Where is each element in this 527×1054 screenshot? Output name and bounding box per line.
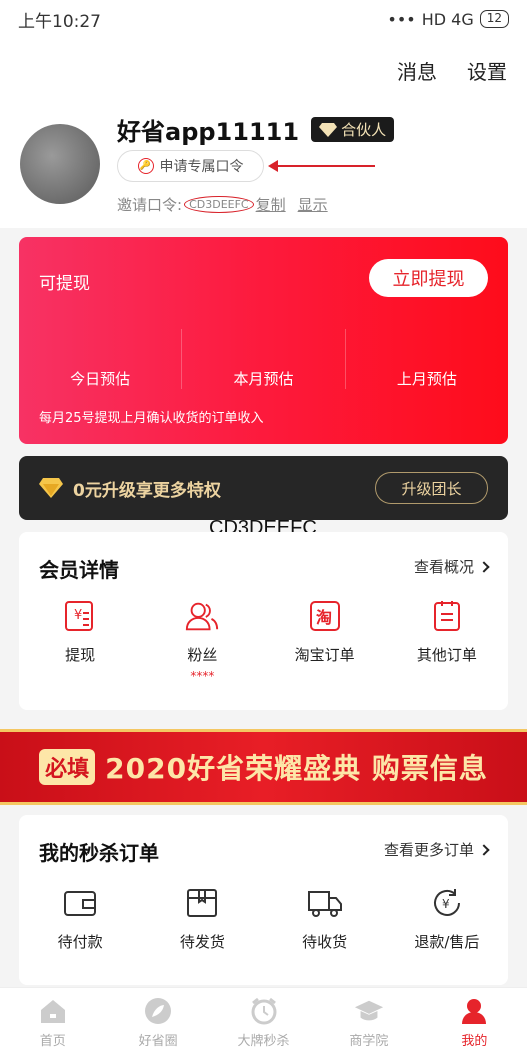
invite-separator: : [177,195,183,214]
taobao-icon: 淘 [307,598,343,634]
member-item-label: 其他订单 [416,646,477,664]
svg-text:¥: ¥ [442,897,450,911]
order-item-label: 待付款 [57,933,103,951]
settings-link[interactable]: 设置 [467,56,507,85]
withdraw-icon: ¥ [62,598,98,634]
svg-text:¥: ¥ [74,608,82,623]
view-overview-label: 查看概况 [413,558,474,576]
graduation-icon [354,996,384,1026]
partner-badge-label: 合伙人 [341,121,387,139]
event-tag: 必填 [39,749,96,785]
name-row: 好省app11111 合伙人 [117,112,395,147]
avatar[interactable] [20,124,100,204]
signal-text: HD 4G [421,9,474,29]
status-indicators: ••• HD 4G 12 [387,10,509,29]
chevron-right-icon [478,560,490,573]
key-icon: 🔑 [137,158,154,174]
member-grid: ¥ 提现 粉丝 **** 淘 淘宝订单 其他订单 [19,598,508,683]
bottom-tab-bar: 首页 好省圈 大牌秒杀 商学院 我的 [0,987,527,1054]
member-item-other-orders[interactable]: 其他订单 [386,598,508,683]
member-item-taobao[interactable]: 淘 淘宝订单 [264,598,386,683]
member-item-fans[interactable]: 粉丝 **** [141,598,263,683]
member-item-label: 提现 [65,646,96,664]
upgrade-text: 0元升级享更多特权 [73,480,221,501]
alarm-icon [249,996,279,1026]
flash-orders-card: 我的秒杀订单 查看更多订单 待付款 待发货 待收货 ¥ 退款/售后 [19,815,508,985]
earnings-card: 可提现 立即提现 今日预估 本月预估 上月预估 每月25号提现上月确认收货的订单… [19,237,508,444]
apply-token-label: 申请专属口令 [159,159,244,175]
tab-home[interactable]: 首页 [0,988,105,1054]
order-item-refund[interactable]: ¥ 退款/售后 [386,885,508,952]
order-item-label: 退款/售后 [414,933,480,951]
tab-circle[interactable]: 好省圈 [105,988,210,1054]
withdraw-note: 每月25号提现上月确认收货的订单收入 [39,411,264,426]
member-item-label: 粉丝 [187,646,218,664]
tab-label: 商学院 [349,1034,389,1049]
tab-mine[interactable]: 我的 [422,988,527,1054]
wallet-icon [62,885,98,921]
svg-text:淘: 淘 [316,608,332,627]
order-item-pending-shipment[interactable]: 待发货 [141,885,263,952]
withdraw-button[interactable]: 立即提现 [369,259,488,297]
profile-icon [459,996,489,1026]
order-item-label: 待收货 [302,933,348,951]
annotation-arrow [268,160,375,172]
event-text: 2020好省荣耀盛典 购票信息 [105,752,488,785]
upgrade-banner[interactable]: 0元升级享更多特权 升级团长 [19,456,508,520]
upgrade-leader-button[interactable]: 升级团长 [375,472,488,504]
truck-icon [307,885,343,921]
tab-label: 首页 [39,1034,66,1049]
chevron-right-icon [478,843,490,856]
view-more-orders-label: 查看更多订单 [383,841,474,859]
other-orders-icon [429,598,465,634]
profile-header: 消息 设置 好省app11111 合伙人 🔑 申请专属口令 邀请口令 : CD3… [0,38,527,228]
tab-flash-sale[interactable]: 大牌秒杀 [211,988,316,1054]
invite-label: 邀请口令 [117,196,178,214]
orders-grid: 待付款 待发货 待收货 ¥ 退款/售后 [19,885,508,952]
member-details-card: 会员详情 查看概况 ¥ 提现 粉丝 **** 淘 淘宝订单 其他订单 [19,532,508,710]
withdrawable-label: 可提现 [39,274,90,294]
order-item-label: 待发货 [179,933,225,951]
today-estimate[interactable]: 今日预估 [19,329,183,389]
fans-count-masked: **** [190,669,215,683]
tab-label: 好省圈 [138,1034,178,1049]
copy-link[interactable]: 复制 [256,194,286,215]
event-banner[interactable]: 必填 2020好省荣耀盛典 购票信息 [0,729,527,805]
battery-indicator: 12 [479,10,509,28]
refund-icon: ¥ [429,885,465,921]
member-item-label: 淘宝订单 [294,646,355,664]
home-icon [38,996,68,1026]
member-item-withdraw[interactable]: ¥ 提现 [19,598,141,683]
estimate-columns: 今日预估 本月预估 上月预估 [19,329,508,389]
order-item-pending-receipt[interactable]: 待收货 [264,885,386,952]
leaf-icon [143,996,173,1026]
tab-label: 大牌秒杀 [237,1034,290,1049]
status-bar: 上午10:27 ••• HD 4G 12 [0,0,527,38]
month-estimate[interactable]: 本月预估 [182,329,346,389]
view-more-orders-link[interactable]: 查看更多订单 [383,839,490,860]
tab-label: 我的 [461,1034,488,1049]
order-item-pending-payment[interactable]: 待付款 [19,885,141,952]
show-link[interactable]: 显示 [298,194,328,215]
top-links: 消息 设置 [397,56,507,85]
dots-icon: ••• [387,9,416,29]
diamond-icon [319,122,338,137]
member-title: 会员详情 [39,558,119,582]
last-month-estimate[interactable]: 上月预估 [346,329,508,389]
invite-code: CD3DEEFC [184,196,254,213]
messages-link[interactable]: 消息 [397,56,437,85]
status-time: 上午10:27 [18,11,101,32]
partner-badge: 合伙人 [311,117,395,142]
fans-icon [184,598,220,634]
diamond-icon [39,478,63,498]
tab-academy[interactable]: 商学院 [316,988,421,1054]
username: 好省app11111 [117,118,300,146]
invite-row: 邀请口令 : CD3DEEFC 复制 显示 [117,194,328,215]
box-icon [184,885,220,921]
orders-title: 我的秒杀订单 [39,841,159,865]
apply-token-button[interactable]: 🔑 申请专属口令 [117,150,264,182]
view-overview-link[interactable]: 查看概况 [413,556,490,577]
